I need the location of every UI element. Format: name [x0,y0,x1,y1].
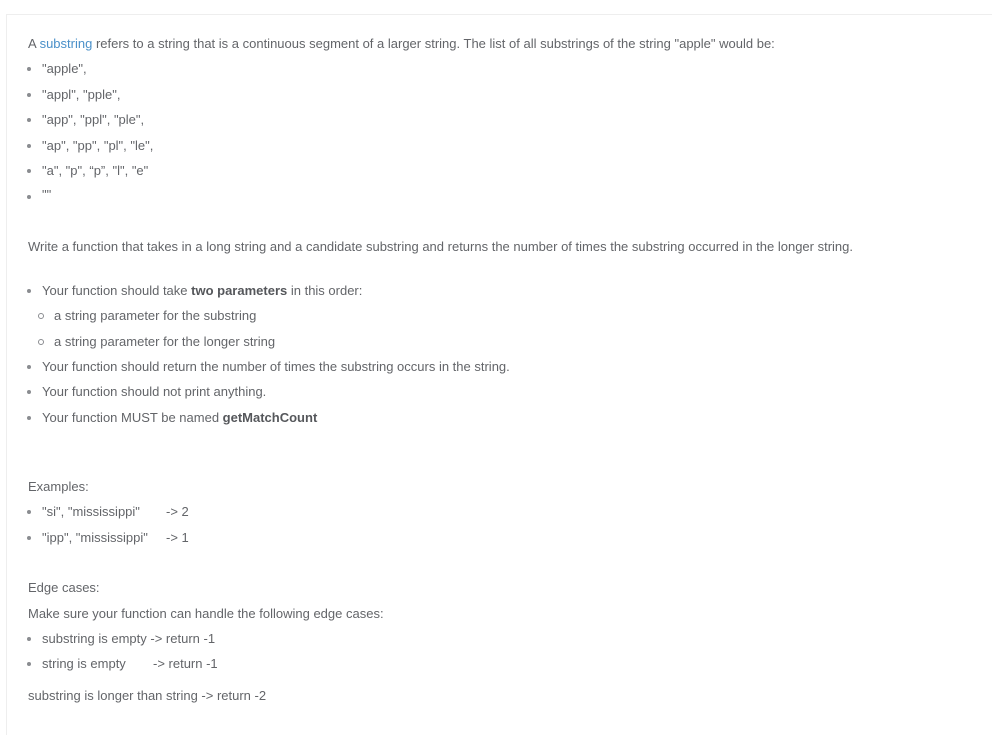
list-item: "appl", "pple", [42,87,121,102]
list-item: "app", "ppl", "ple", [42,112,145,127]
bullet-icon [27,195,31,199]
bullet-icon [27,662,31,666]
bullet-icon [27,390,31,394]
bullet-icon [27,144,31,148]
bullet-icon [27,93,31,97]
intro-paragraph: A substring refers to a string that is a… [28,36,775,51]
list-item: "a", "p", “p”, "l", "e" [42,163,149,178]
list-item: "ap", "pp", "pl", "le", [42,138,154,153]
examples-heading: Examples: [28,479,89,494]
example-input: "ipp", "mississippi" [42,530,148,545]
edge-cases-intro: Make sure your function can handle the f… [28,606,384,621]
bullet-icon [27,536,31,540]
example-output: -> 2 [166,504,189,519]
bullet-icon [27,637,31,641]
bullet-icon [27,289,31,293]
bullet-icon [27,118,31,122]
list-item-sub: a string parameter for the substring [54,308,257,323]
problem-card: A substring refers to a string that is a… [6,14,992,735]
circle-bullet-icon [38,339,44,345]
substring-link[interactable]: substring [40,36,93,51]
list-item: "apple", [42,61,87,76]
bullet-icon [27,169,31,173]
list-item-params: Your function should take two parameters… [42,283,363,298]
bullet-icon [27,365,31,369]
edge-case-longer: substring is longer than string -> retur… [28,688,267,703]
circle-bullet-icon [38,313,44,319]
example-input: "si", "mississippi" [42,504,140,519]
bullet-icon [27,67,31,71]
list-item-name: Your function MUST be named getMatchCoun… [42,410,318,425]
list-item: Your function should return the number o… [42,359,510,374]
example-output: -> 1 [166,530,189,545]
task-paragraph: Write a function that takes in a long st… [28,239,853,254]
edge-case-item: string is empty [42,656,126,671]
edge-case-result: -> return -1 [153,656,218,671]
bullet-icon [27,416,31,420]
edge-case-item: substring is empty -> return -1 [42,631,216,646]
list-item-sub: a string parameter for the longer string [54,334,276,349]
edge-cases-heading: Edge cases: [28,580,100,595]
bullet-icon [27,510,31,514]
list-item: "" [42,187,52,202]
list-item: Your function should not print anything. [42,384,267,399]
